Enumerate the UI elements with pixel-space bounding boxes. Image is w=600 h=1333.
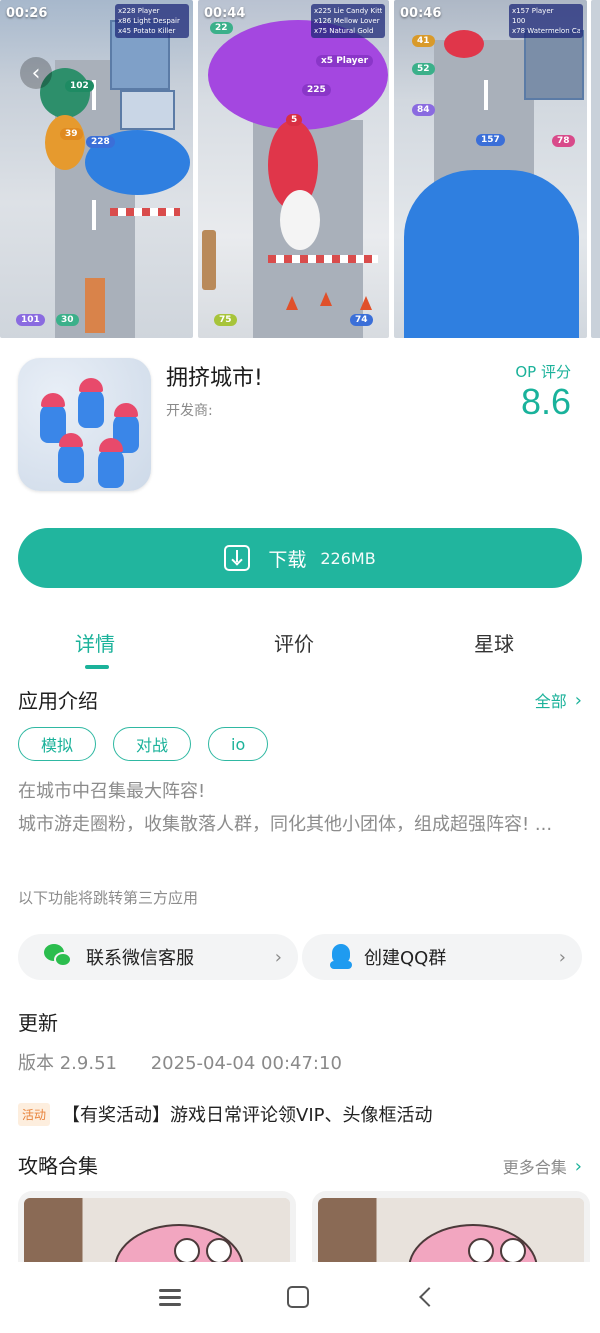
wechat-service-button[interactable]: 联系微信客服 › [18,934,298,980]
tag-battle[interactable]: 对战 [113,727,192,761]
crowd-count-badge: 41 [412,35,435,47]
thirdparty-note: 以下功能将跳转第三方应用 [18,889,199,907]
gallery-timer: 00:26 [6,6,48,21]
crowd-count-badge: 30 [56,314,79,326]
screenshot-gallery[interactable]: 00:26 x228 Player x86 Light Despair x45 … [0,0,600,338]
back-arrow-icon[interactable]: ‹ [20,57,52,89]
intro-more-label: 全部 [534,692,567,711]
tab-indicator [85,665,109,669]
crowd-count-badge: 5 [286,114,303,126]
tag-io[interactable]: io [208,727,269,761]
home-icon [287,1286,309,1308]
gallery-timer: 00:46 [400,6,442,21]
chevron-right-icon: › [574,689,582,711]
crowd-count-badge: 84 [412,104,435,116]
wechat-icon [44,944,74,970]
score-label: OP 评分 [515,363,571,381]
developer-label: 开发商: [166,403,213,419]
crowd-count-badge: 75 [214,314,237,326]
qq-icon [330,944,352,970]
download-label: 下载 [268,548,307,571]
update-title: 更新 [18,1011,58,1035]
tab-reviews[interactable]: 评价 [274,628,314,657]
crowd-count-badge: 74 [350,314,373,326]
tag-simulation[interactable]: 模拟 [18,727,97,761]
update-datetime: 2025-04-04 00:47:10 [150,1053,342,1074]
system-nav-bar [0,1262,600,1333]
crowd-count-badge: 102 [65,80,94,92]
crowd-count-badge: 225 [302,84,331,96]
crowd-count-badge: 52 [412,63,435,75]
crowd-count-badge: 78 [552,135,575,147]
tab-details[interactable]: 详情 [75,628,115,657]
activity-row[interactable]: 活动 【有奖活动】游戏日常评论领VIP、头像框活动 [18,1101,433,1127]
intro-title: 应用介绍 [18,689,98,713]
crowd-count-badge: 39 [60,128,83,140]
app-description[interactable]: 在城市中召集最大阵容! 城市游走圈粉，收集散落人群，同化其他小团体，组成超强阵容… [18,775,584,841]
app-icon [18,358,151,491]
chevron-right-icon: › [574,1155,582,1177]
wechat-service-label: 联系微信客服 [86,948,194,969]
back-button[interactable] [416,1284,442,1310]
guides-more-label: 更多合集 [502,1158,567,1177]
gallery-screenshot-2[interactable]: 00:44 x225 Lie Candy Kitten x126 Mellow … [198,0,389,338]
download-size: 226MB [320,548,376,568]
intro-more-link[interactable]: 全部 › [535,688,582,712]
qq-group-button[interactable]: 创建QQ群 › [302,934,582,980]
crowd-count-badge: 101 [16,314,45,326]
tab-planet[interactable]: 星球 [474,628,514,657]
crowd-count-badge: x5 Player [316,55,374,67]
gallery-leaderboard: x157 Player 100 x78 Watermelon Cake [509,4,583,38]
app-title: 拥挤城市! [166,366,263,391]
guides-more-link[interactable]: 更多合集 › [503,1154,582,1178]
download-icon [224,545,251,571]
description-line-1: 在城市中召集最大阵容! [18,781,206,802]
score-value: 8.6 [520,381,571,422]
version-info: 版本 2.9.51 2025-04-04 00:47:10 [18,1049,342,1075]
description-line-2: 城市游走圈粉，收集散落人群，同化其他小团体，组成超强阵容! ... [18,814,553,835]
gallery-timer: 00:44 [204,6,246,21]
gallery-leaderboard: x228 Player x86 Light Despair x45 Potato… [115,4,189,38]
gallery-leaderboard: x225 Lie Candy Kitten x126 Mellow Lover … [311,4,385,38]
back-icon [419,1287,439,1307]
gallery-screenshot-1[interactable]: 00:26 x228 Player x86 Light Despair x45 … [0,0,193,338]
gallery-screenshot-3[interactable]: 00:46 x157 Player 100 x78 Watermelon Cak… [394,0,587,338]
tag-list: 模拟 对战 io [18,727,269,761]
chevron-right-icon: › [558,946,566,968]
version-number: 版本 2.9.51 [18,1053,117,1074]
qq-group-label: 创建QQ群 [364,948,447,969]
gallery-screenshot-4[interactable] [591,0,600,338]
download-button[interactable]: 下载 226MB [18,528,582,588]
crowd-count-badge: 22 [210,22,233,34]
activity-text: 【有奖活动】游戏日常评论领VIP、头像框活动 [62,1105,433,1126]
home-button[interactable] [285,1284,311,1310]
crowd-count-badge: 228 [86,136,115,148]
chevron-right-icon: › [274,946,282,968]
activity-badge: 活动 [18,1102,51,1126]
guides-title: 攻略合集 [18,1154,98,1178]
crowd-count-badge: 157 [476,134,505,146]
menu-icon[interactable] [157,1284,183,1310]
